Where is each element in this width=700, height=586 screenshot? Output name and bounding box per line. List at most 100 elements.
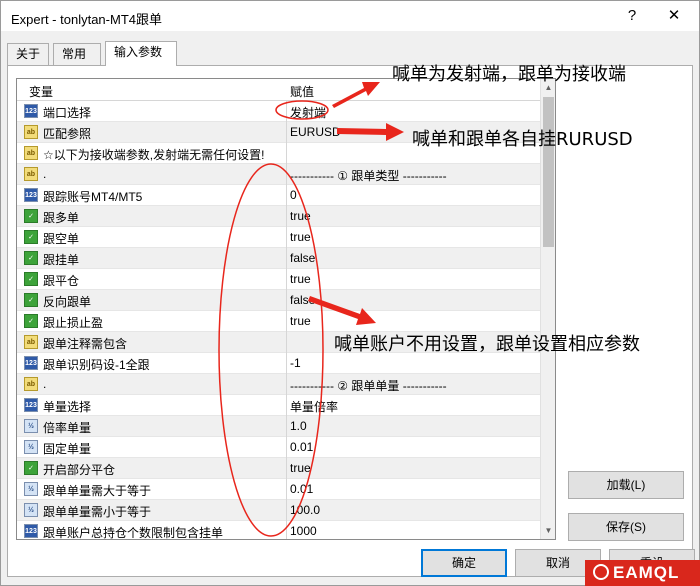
parameter-value[interactable]: 0.01 — [290, 440, 313, 454]
parameter-value[interactable]: ----------- ① 跟单类型 ----------- — [290, 167, 447, 184]
flt-type-icon: ½ — [24, 419, 38, 433]
column-divider — [286, 374, 287, 395]
bool-type-icon: ✓ — [24, 461, 38, 475]
parameter-name: 固定单量 — [43, 442, 92, 456]
column-divider — [286, 500, 287, 521]
parameter-row[interactable]: ✓ 跟止损止盈 true — [17, 311, 540, 332]
parameter-value[interactable]: 0 — [290, 188, 297, 202]
annotation-symbol: 喊单和跟单各自挂RURUSD — [412, 129, 633, 150]
parameter-row[interactable]: ✓ 跟空单 true — [17, 227, 540, 248]
parameter-row[interactable]: ab. ----------- ② 跟单单量 ----------- — [17, 374, 540, 395]
parameter-name: 单量选择 — [43, 400, 92, 414]
parameter-row[interactable]: ✓ 反向跟单 false — [17, 290, 540, 311]
parameter-name: 跟单识别码设-1全跟 — [43, 358, 150, 372]
column-divider — [286, 479, 287, 500]
parameter-row[interactable]: 123 跟踪账号MT4/MT5 0 — [17, 185, 540, 206]
str-type-icon: ab — [24, 125, 38, 139]
num-type-icon: 123 — [24, 104, 38, 118]
parameter-name: ☆以下为接收端参数,发射端无需任何设置! — [43, 148, 265, 162]
column-divider — [286, 164, 287, 185]
flt-type-icon: ½ — [24, 440, 38, 454]
parameter-name: 跟单账户总持仓个数限制包含挂单 — [43, 526, 224, 540]
parameter-row[interactable]: ½ 跟单单量需大于等于 0.01 — [17, 479, 540, 500]
parameter-row[interactable]: ½ 固定单量 0.01 — [17, 437, 540, 458]
num-type-icon: 123 — [24, 188, 38, 202]
bool-type-icon: ✓ — [24, 272, 38, 286]
parameter-value[interactable]: 单量倍率 — [290, 398, 338, 415]
flt-type-icon: ½ — [24, 482, 38, 496]
tab-about[interactable]: 关于 — [7, 43, 49, 65]
parameter-row[interactable]: ✓ 跟挂单 false — [17, 248, 540, 269]
column-divider — [286, 143, 287, 164]
parameter-value[interactable]: 1000 — [290, 524, 317, 538]
parameter-value[interactable]: ----------- ② 跟单单量 ----------- — [290, 377, 447, 394]
parameter-value[interactable]: true — [290, 209, 311, 223]
parameter-row[interactable]: 123 单量选择 单量倍率 — [17, 395, 540, 416]
bool-type-icon: ✓ — [24, 230, 38, 244]
parameter-name: 跟单单量需大于等于 — [43, 484, 152, 498]
close-button[interactable]: ✕ — [663, 5, 685, 27]
parameter-value[interactable]: true — [290, 230, 311, 244]
parameter-name: 匹配参照 — [43, 127, 92, 141]
parameter-row[interactable]: ½ 跟单单量需小于等于 100.0 — [17, 500, 540, 521]
parameter-name: 开启部分平仓 — [43, 463, 116, 477]
column-divider — [286, 122, 287, 143]
column-divider — [286, 206, 287, 227]
tab-common[interactable]: 常用 — [53, 43, 101, 65]
parameter-value[interactable]: true — [290, 272, 311, 286]
column-divider — [286, 416, 287, 437]
annotation-settings: 喊单账户不用设置，跟单设置相应参数 — [334, 334, 640, 355]
bool-type-icon: ✓ — [24, 293, 38, 307]
help-button[interactable]: ? — [621, 5, 643, 27]
parameter-value[interactable]: false — [290, 293, 315, 307]
parameter-rows: 123 端口选择 发射端 ab 匹配参照 EURUSD ab ☆以下为接收端参数,发射端无需任… — [17, 101, 540, 540]
parameter-value[interactable]: EURUSD — [290, 125, 341, 139]
parameter-value[interactable]: true — [290, 314, 311, 328]
num-type-icon: 123 — [24, 524, 38, 538]
column-divider — [286, 395, 287, 416]
column-divider — [286, 290, 287, 311]
str-type-icon: ab — [24, 377, 38, 391]
parameter-name: 跟单单量需小于等于 — [43, 505, 152, 519]
parameter-row[interactable]: ½ 倍率单量 1.0 — [17, 416, 540, 437]
parameter-row[interactable]: ✓ 跟多单 true — [17, 206, 540, 227]
save-button[interactable]: 保存(S) — [568, 513, 684, 541]
parameter-row[interactable]: ✓ 开启部分平仓 true — [17, 458, 540, 479]
column-divider — [286, 185, 287, 206]
column-divider — [286, 332, 287, 353]
window-title: Expert - tonlytan-MT4跟单 — [11, 12, 162, 27]
tab-inputs[interactable]: 输入参数 — [105, 41, 177, 66]
parameter-name: 跟止损止盈 — [43, 316, 104, 330]
scroll-down-icon[interactable]: ▼ — [541, 522, 555, 539]
column-divider — [286, 269, 287, 290]
bool-type-icon: ✓ — [24, 209, 38, 223]
load-button[interactable]: 加载(L) — [568, 471, 684, 499]
bool-type-icon: ✓ — [24, 251, 38, 265]
parameter-value[interactable]: true — [290, 461, 311, 475]
parameter-row[interactable]: 123 端口选择 发射端 — [17, 101, 540, 122]
parameter-value[interactable]: 100.0 — [290, 503, 320, 517]
column-divider — [286, 353, 287, 374]
parameter-name: 跟挂单 — [43, 253, 80, 267]
flt-type-icon: ½ — [24, 503, 38, 517]
parameter-value[interactable]: false — [290, 251, 315, 265]
header-variable: 变量 — [29, 85, 54, 99]
parameter-row[interactable]: 123 跟单账户总持仓个数限制包含挂单 1000 — [17, 521, 540, 540]
header-value: 赋值 — [290, 85, 315, 99]
parameter-row[interactable]: ab. ----------- ① 跟单类型 ----------- — [17, 164, 540, 185]
num-type-icon: 123 — [24, 398, 38, 412]
ok-button[interactable]: 确定 — [421, 549, 507, 577]
title-bar: Expert - tonlytan-MT4跟单 ? ✕ — [1, 1, 699, 31]
parameter-name: 端口选择 — [43, 106, 92, 120]
parameter-row[interactable]: ✓ 跟平仓 true — [17, 269, 540, 290]
parameter-value[interactable]: -1 — [290, 356, 301, 370]
parameter-name: 倍率单量 — [43, 421, 92, 435]
parameter-name: 跟单注释需包含 — [43, 337, 128, 351]
parameter-value[interactable]: 1.0 — [290, 419, 307, 433]
column-divider — [286, 437, 287, 458]
parameter-name: 跟空单 — [43, 232, 80, 246]
scroll-thumb[interactable] — [543, 97, 554, 247]
parameter-value[interactable]: 发射端 — [290, 104, 326, 121]
parameter-row[interactable]: 123 跟单识别码设-1全跟 -1 — [17, 353, 540, 374]
parameter-value[interactable]: 0.01 — [290, 482, 313, 496]
